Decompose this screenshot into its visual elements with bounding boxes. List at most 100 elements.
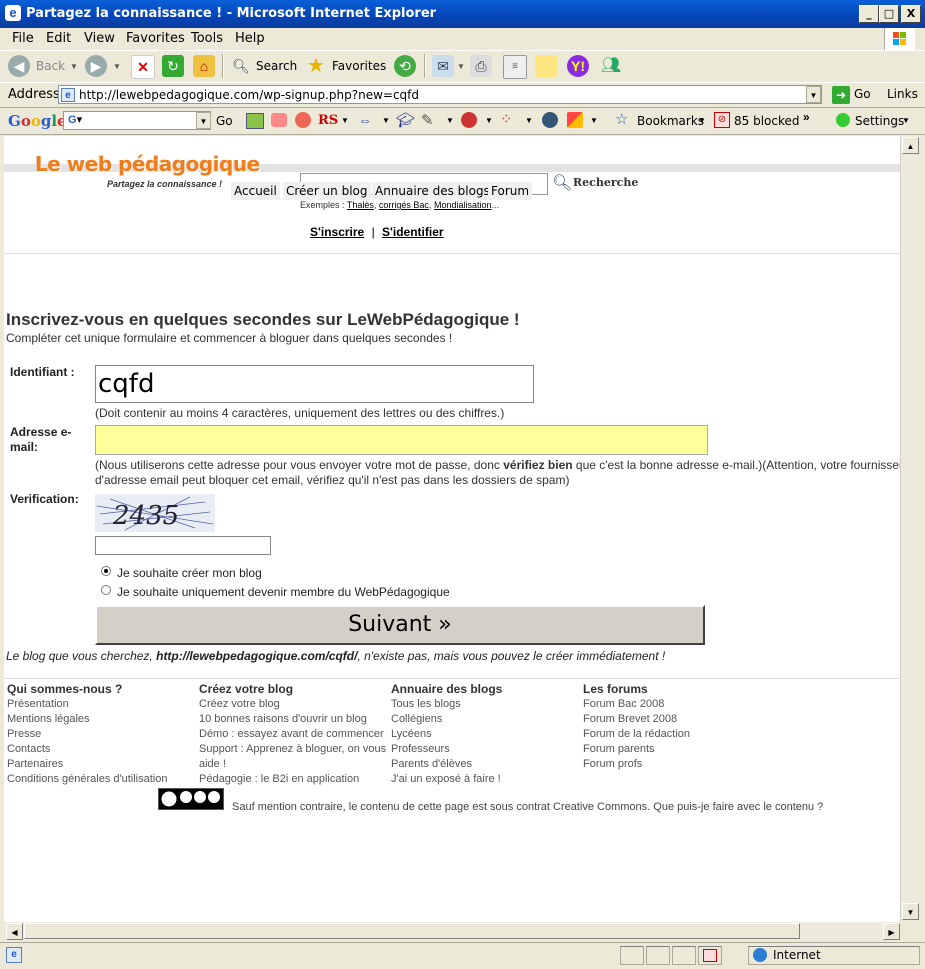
- history-icon[interactable]: ⟲: [394, 55, 416, 77]
- email-input[interactable]: [95, 425, 708, 455]
- footer-link[interactable]: Présentation: [7, 697, 197, 712]
- go-button[interactable]: Go: [854, 87, 871, 101]
- stop-icon[interactable]: ✕: [131, 55, 155, 79]
- mail-icon[interactable]: ✉: [432, 55, 454, 77]
- highlighter-dropdown-icon[interactable]: ▼: [446, 116, 454, 125]
- footer-link[interactable]: Contacts: [7, 742, 197, 757]
- verification-input[interactable]: [95, 536, 271, 555]
- footer-link[interactable]: Forum Brevet 2008: [583, 712, 773, 727]
- autofill-icon[interactable]: [567, 112, 583, 128]
- image-search-icon[interactable]: [246, 113, 264, 129]
- rss-icon[interactable]: RS: [318, 113, 338, 128]
- radio-create-blog-label[interactable]: Je souhaite créer mon blog: [117, 566, 262, 580]
- bookmarks-star-icon[interactable]: ☆: [615, 110, 628, 128]
- search-button-label[interactable]: Search: [256, 59, 297, 73]
- compass-icon[interactable]: [295, 112, 311, 128]
- forward-dropdown-icon[interactable]: ▼: [113, 62, 121, 71]
- footer-link[interactable]: Mentions légales: [7, 712, 197, 727]
- settings-dropdown-icon[interactable]: ▼: [902, 116, 910, 125]
- footer-link[interactable]: Pédagogie : le B2i en application: [199, 772, 389, 787]
- footer-link[interactable]: Collégiens: [391, 712, 581, 727]
- google-search-input[interactable]: G▾: [63, 111, 211, 130]
- scroll-right-icon[interactable]: ▶: [883, 923, 900, 940]
- settings-button[interactable]: Settings: [855, 114, 904, 128]
- footer-link[interactable]: Parents d'élèves: [391, 757, 581, 772]
- graduation-cap-icon[interactable]: 🎓︎: [396, 111, 415, 129]
- search-icon[interactable]: 🔍︎: [230, 55, 252, 77]
- radio-member-only-label[interactable]: Je souhaite uniquement devenir membre du…: [117, 585, 450, 599]
- menu-favorites[interactable]: Favorites: [126, 31, 185, 46]
- nav-creer-blog[interactable]: Créer un blog: [283, 182, 371, 200]
- back-dropdown-icon[interactable]: ▼: [70, 62, 78, 71]
- footer-link[interactable]: 10 bonnes raisons d'ouvrir un blog: [199, 712, 389, 727]
- spell-dropdown-icon[interactable]: ▼: [525, 116, 533, 125]
- radio-create-blog[interactable]: [101, 566, 111, 576]
- horizontal-scrollbar[interactable]: ◀ ▶: [4, 922, 900, 940]
- footer-link[interactable]: Lycéens: [391, 727, 581, 742]
- links-button[interactable]: Links: [887, 87, 918, 101]
- url-dropdown-icon[interactable]: ▼: [806, 86, 821, 103]
- example-link[interactable]: Thalès: [347, 200, 374, 210]
- spell-check-icon[interactable]: ⁘: [500, 110, 513, 128]
- magnifier-icon[interactable]: 🔍︎: [552, 173, 572, 193]
- nav-accueil[interactable]: Accueil: [231, 182, 280, 200]
- pagerank-icon[interactable]: [461, 112, 477, 128]
- toolbar-overflow-icon[interactable]: »: [803, 110, 810, 124]
- footer-link[interactable]: Forum parents: [583, 742, 773, 757]
- bookmarks-button[interactable]: Bookmarks: [637, 114, 704, 128]
- translate-dropdown-icon[interactable]: ▼: [382, 116, 390, 125]
- footer-link[interactable]: Forum Bac 2008: [583, 697, 773, 712]
- site-logo[interactable]: Le web pédagogique: [35, 152, 260, 176]
- footer-link[interactable]: Presse: [7, 727, 197, 742]
- bookmarks-dropdown-icon[interactable]: ▼: [698, 116, 706, 125]
- scroll-thumb[interactable]: [24, 923, 800, 939]
- username-input[interactable]: cqfd: [95, 365, 534, 403]
- popup-blocked-status-icon[interactable]: [698, 946, 722, 965]
- rss-dropdown-icon[interactable]: ▼: [341, 116, 349, 125]
- discuss-icon[interactable]: [535, 55, 557, 77]
- footer-link[interactable]: Démo : essayez avant de commencer: [199, 727, 389, 742]
- footer-link[interactable]: Tous les blogs: [391, 697, 581, 712]
- menu-help[interactable]: Help: [235, 31, 265, 46]
- menu-tools[interactable]: Tools: [191, 31, 223, 46]
- menu-view[interactable]: View: [84, 31, 115, 46]
- back-icon[interactable]: ◀: [8, 55, 30, 77]
- popup-blocker-icon[interactable]: ⊘: [714, 112, 730, 128]
- url-field[interactable]: http://lewebpedagogique.com/wp-signup.ph…: [58, 85, 822, 104]
- edit-icon[interactable]: ≡: [503, 55, 527, 79]
- footer-link[interactable]: Support : Apprenez à bloguer, on vous ai…: [199, 742, 389, 772]
- google-go-button[interactable]: Go: [216, 114, 233, 128]
- refresh-icon[interactable]: ↻: [162, 55, 184, 77]
- footer-link[interactable]: Forum de la rédaction: [583, 727, 773, 742]
- favorites-button-label[interactable]: Favorites: [332, 59, 386, 73]
- menu-file[interactable]: File: [12, 31, 34, 46]
- print-icon[interactable]: ⎙: [470, 55, 492, 77]
- messenger-icon[interactable]: Y!: [567, 55, 589, 77]
- favorites-star-icon[interactable]: ★: [305, 55, 327, 77]
- pagerank-dropdown-icon[interactable]: ▼: [485, 116, 493, 125]
- footer-link[interactable]: Conditions générales d'utilisation: [7, 772, 197, 787]
- footer-link[interactable]: Créez votre blog: [199, 697, 389, 712]
- signup-link[interactable]: S'inscrire: [310, 225, 364, 239]
- radio-member-only[interactable]: [101, 585, 111, 595]
- back-button-label[interactable]: Back: [36, 59, 65, 73]
- submit-button[interactable]: Suivant »: [95, 605, 705, 645]
- footer-link[interactable]: Partenaires: [7, 757, 197, 772]
- nav-forum[interactable]: Forum: [488, 182, 533, 200]
- autofill-dropdown-icon[interactable]: ▼: [590, 116, 598, 125]
- scroll-left-icon[interactable]: ◀: [6, 923, 23, 940]
- footer-link[interactable]: J'ai un exposé à faire !: [391, 772, 581, 787]
- footer-link[interactable]: Forum profs: [583, 757, 773, 772]
- popup-blocked-count[interactable]: 85 blocked: [734, 114, 800, 128]
- go-arrow-icon[interactable]: ➜: [832, 86, 850, 104]
- forward-icon[interactable]: ▶: [85, 55, 107, 77]
- scroll-up-icon[interactable]: ▲: [902, 137, 919, 154]
- maximize-button[interactable]: □: [879, 5, 899, 23]
- home-icon[interactable]: ⌂: [193, 55, 215, 77]
- translate-icon[interactable]: ⇔: [358, 112, 372, 128]
- earth-icon[interactable]: [542, 112, 558, 128]
- messenger-buddies-icon[interactable]: 👥︎: [600, 55, 622, 77]
- menu-edit[interactable]: Edit: [46, 31, 71, 46]
- google-search-dropdown-icon[interactable]: ▼: [196, 112, 211, 129]
- creative-commons-icon[interactable]: [158, 788, 224, 810]
